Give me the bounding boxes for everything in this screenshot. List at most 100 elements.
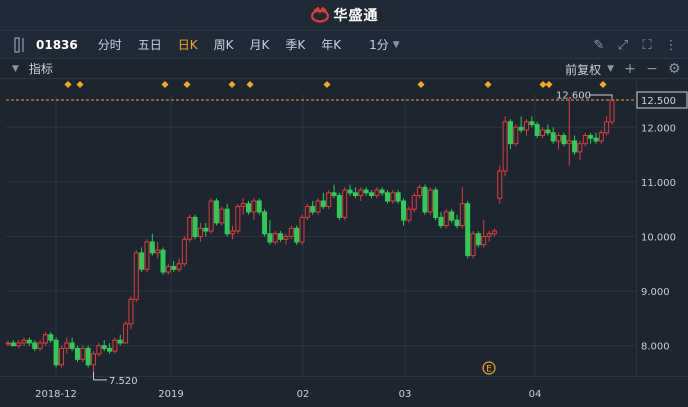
candle-body <box>395 192 401 202</box>
dividend-dot <box>323 80 331 89</box>
candle-body <box>64 342 70 349</box>
title-bar: 华盛通 <box>0 0 688 31</box>
candle-body <box>513 126 519 145</box>
event-marker-label: E <box>486 365 492 375</box>
y-tick-label: 8.000 <box>641 342 670 353</box>
minus-icon[interactable]: − <box>646 61 658 77</box>
candle-body <box>197 227 203 237</box>
candle-body <box>507 121 513 145</box>
candle-body <box>21 339 27 344</box>
candle-body <box>139 252 145 270</box>
candle-body <box>149 241 155 254</box>
candle-body <box>449 211 455 221</box>
candle-body <box>144 241 150 270</box>
brand: 华盛通 <box>310 5 379 25</box>
tab-intraday[interactable]: 分时 <box>90 36 130 53</box>
more-icon[interactable]: ⋮ <box>664 38 678 53</box>
candle-body <box>181 238 187 265</box>
candle-body <box>572 140 578 153</box>
x-tick-label: 2018-12 <box>35 389 77 400</box>
candle-body <box>229 230 235 235</box>
x-tick-label: 2019 <box>158 389 183 400</box>
candle-body <box>475 233 481 246</box>
pencil-icon[interactable]: ✎ <box>592 38 606 53</box>
max-price-label: 12.600 <box>556 91 591 102</box>
candles <box>5 94 615 372</box>
candle-body <box>336 195 342 218</box>
candle-body <box>588 134 594 139</box>
candle-body <box>10 342 16 347</box>
tab-monthly-k[interactable]: 月K <box>242 36 278 53</box>
expand-icon[interactable]: ⤢ <box>616 38 630 53</box>
fullscreen-icon[interactable]: ⛶ <box>640 38 654 53</box>
candle-body <box>427 189 433 213</box>
candle-body <box>80 347 86 360</box>
candle-body <box>251 200 257 213</box>
candle-body <box>165 266 171 273</box>
y-tick-label: 9.000 <box>641 287 670 298</box>
candle-body <box>299 216 305 243</box>
x-tick-label: 03 <box>399 389 412 400</box>
adjust-dropdown[interactable]: 前复权 ▼ <box>565 61 614 78</box>
interval-label: 1分 <box>369 38 389 52</box>
candle-body <box>422 186 428 213</box>
candle-body <box>267 233 273 243</box>
candle-body <box>358 189 364 197</box>
stock-code: 01836 <box>36 37 78 52</box>
candle-body <box>347 189 353 194</box>
tab-five-day[interactable]: 五日 <box>130 36 170 53</box>
candle-body <box>128 298 134 325</box>
candle-body <box>192 216 198 237</box>
candle-body <box>310 205 316 213</box>
y-tick-label: 11.000 <box>641 178 676 189</box>
tab-quarterly-k[interactable]: 季K <box>277 36 313 53</box>
dividend-dot <box>599 80 607 89</box>
dividend-dot <box>246 80 254 89</box>
indicator-button[interactable]: 指标 <box>29 60 53 77</box>
candle-body <box>304 205 310 218</box>
candle-body <box>609 99 615 123</box>
chevron-down-icon: ▼ <box>392 39 400 50</box>
candle-body <box>433 189 439 218</box>
tab-weekly-k[interactable]: 周K <box>206 36 242 53</box>
collapse-triangle-icon[interactable]: ▼ <box>12 64 19 74</box>
candlestick-chart[interactable]: 12.500 12.600 7.520 E 12.000 11.000 10.000 9.0… <box>0 80 688 407</box>
tab-yearly-k[interactable]: 年K <box>313 36 349 53</box>
candle-body <box>26 339 32 344</box>
candle-body <box>58 347 64 366</box>
dividend-dot <box>76 80 84 89</box>
split-panel-icon[interactable] <box>14 36 28 53</box>
candle-body <box>96 345 102 355</box>
candle-body <box>262 211 268 235</box>
adjust-label: 前复权 <box>565 62 602 77</box>
candle-body <box>352 192 358 197</box>
candle-body <box>604 121 610 134</box>
candle-body <box>363 189 369 194</box>
grid-layer <box>0 80 688 407</box>
dividend-dot <box>417 80 425 89</box>
candle-body <box>160 249 166 273</box>
candle-body <box>85 347 91 366</box>
indicator-bar: ▼ 指标 前复权 ▼ + − ⚙ <box>0 59 688 79</box>
candle-body <box>208 200 214 232</box>
candle-body <box>556 134 562 142</box>
candle-body <box>16 342 22 347</box>
indicator-actions: 前复权 ▼ + − ⚙ <box>565 59 681 79</box>
candle-body <box>219 208 225 224</box>
candle-body <box>561 134 567 145</box>
candle-body <box>368 192 374 197</box>
plus-icon[interactable]: + <box>624 61 636 77</box>
candle-body <box>411 195 417 210</box>
candle-body <box>550 132 556 142</box>
dividend-dot <box>484 80 492 89</box>
candle-body <box>101 345 107 349</box>
dividend-dots <box>64 80 607 89</box>
candle-body <box>342 189 348 218</box>
candle-body <box>235 205 241 232</box>
candle-body <box>438 216 444 227</box>
candle-body <box>53 339 59 366</box>
interval-dropdown[interactable]: 1分 ▼ <box>369 36 400 53</box>
gear-icon[interactable]: ⚙ <box>668 61 681 77</box>
tab-daily-k[interactable]: 日K <box>170 36 206 53</box>
dividend-dot <box>228 80 236 89</box>
